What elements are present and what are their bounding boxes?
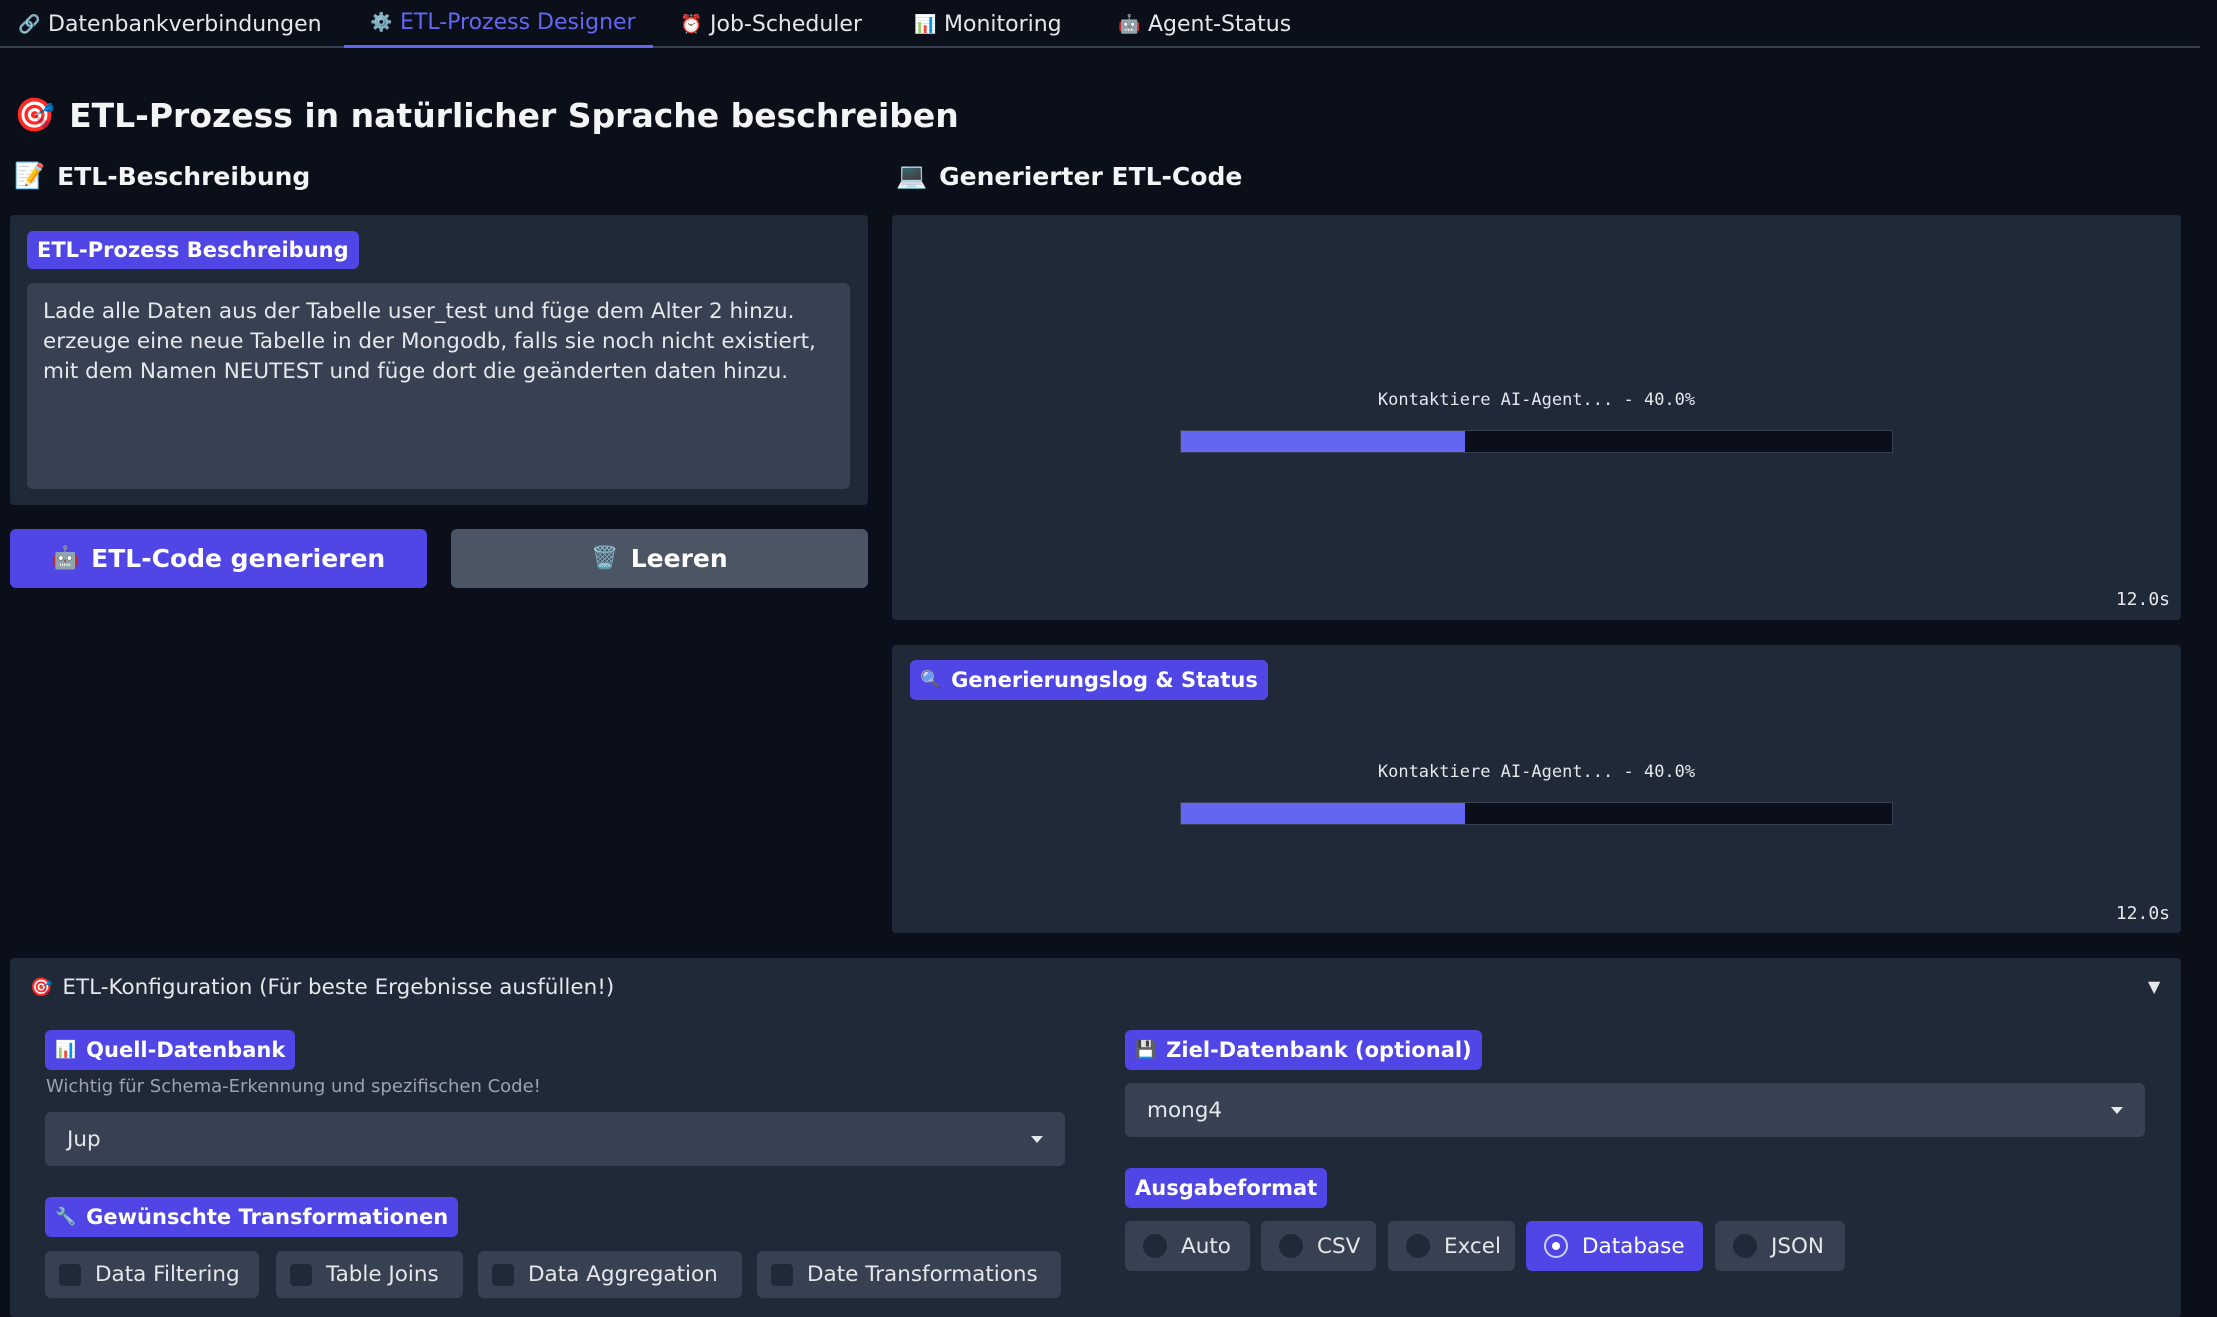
bar-chart-icon: 📊 <box>55 1040 77 1060</box>
bar-chart-icon: 📊 <box>914 13 937 35</box>
checkbox-label: Data Filtering <box>95 1262 240 1287</box>
source-db-value: Jup <box>67 1126 101 1152</box>
target-db-label-text: Ziel-Datenbank (optional) <box>1166 1038 1472 1062</box>
target-db-label: 💾 Ziel-Datenbank (optional) <box>1125 1030 1482 1070</box>
tab-label: ETL-Prozess Designer <box>400 10 636 35</box>
generate-code-button[interactable]: 🤖 ETL-Code generieren <box>10 529 427 588</box>
radio-excel[interactable]: Excel <box>1388 1221 1515 1271</box>
code-output-panel <box>892 215 2181 620</box>
section-heading-text: ETL-Beschreibung <box>57 161 311 191</box>
memo-icon: 📝 <box>14 161 46 190</box>
checkbox-label: Data Aggregation <box>528 1262 718 1287</box>
radio-auto[interactable]: Auto <box>1125 1221 1250 1271</box>
radio-label: Excel <box>1444 1233 1501 1259</box>
output-format-label: Ausgabeformat <box>1125 1168 1328 1208</box>
section-heading-etl-beschreibung: 📝 ETL-Beschreibung <box>14 158 310 194</box>
checkbox-date-transformations[interactable]: Date Transformations <box>757 1251 1061 1298</box>
clear-label: Leeren <box>630 544 728 573</box>
transformations-label-text: Gewünschte Transformationen <box>86 1205 449 1229</box>
floppy-disk-icon: 💾 <box>1135 1040 1157 1060</box>
description-textarea[interactable]: Lade alle Daten aus der Tabelle user_tes… <box>27 283 850 489</box>
checkbox-box[interactable] <box>771 1263 793 1286</box>
code-progress-text: Kontaktiere AI-Agent... - 40.0% <box>1377 390 1696 410</box>
tab-label: Datenbankverbindungen <box>48 11 322 37</box>
collapse-toggle-icon[interactable]: ▼ <box>2148 977 2160 996</box>
checkbox-label: Date Transformations <box>807 1262 1038 1287</box>
tab-label: Monitoring <box>944 11 1062 37</box>
radio-label: JSON <box>1771 1233 1824 1259</box>
radio-dot[interactable] <box>1143 1234 1167 1258</box>
clear-button[interactable]: 🗑️ Leeren <box>451 529 868 588</box>
wrench-icon: 🔧 <box>55 1207 77 1227</box>
description-label: ETL-Prozess Beschreibung <box>27 231 359 269</box>
source-db-hint: Wichtig für Schema-Erkennung und spezifi… <box>46 1076 541 1097</box>
source-db-label: 📊 Quell-Datenbank <box>45 1030 296 1070</box>
config-title-text: ETL-Konfiguration (Für beste Ergebnisse … <box>62 974 615 1000</box>
target-icon: 🎯 <box>14 95 56 134</box>
generate-code-label: ETL-Code generieren <box>91 544 386 573</box>
radio-label: Database <box>1582 1233 1685 1259</box>
tab-label: Agent-Status <box>1148 11 1292 37</box>
checkbox-table-joins[interactable]: Table Joins <box>276 1251 463 1298</box>
radio-dot[interactable] <box>1279 1234 1303 1258</box>
log-label: 🔍 Generierungslog & Status <box>910 660 1268 700</box>
tab-label: Job-Scheduler <box>710 11 862 37</box>
radio-json[interactable]: JSON <box>1715 1221 1845 1271</box>
page-title: 🎯 ETL-Prozess in natürlicher Sprache bes… <box>14 92 959 138</box>
log-progress-text: Kontaktiere AI-Agent... - 40.0% <box>1377 762 1696 782</box>
checkbox-label: Table Joins <box>326 1262 439 1287</box>
tab-job-scheduler[interactable]: ⏰ Job-Scheduler <box>680 0 862 48</box>
alarm-clock-icon: ⏰ <box>680 13 703 35</box>
radio-dot[interactable] <box>1406 1234 1430 1258</box>
target-icon: 🎯 <box>30 976 53 998</box>
code-timer: 12.0s <box>2115 589 2170 610</box>
transformations-label: 🔧 Gewünschte Transformationen <box>45 1197 459 1237</box>
gear-icon: ⚙️ <box>370 12 393 33</box>
tab-etl-prozess-designer[interactable]: ⚙️ ETL-Prozess Designer <box>344 0 653 48</box>
page-title-text: ETL-Prozess in natürlicher Sprache besch… <box>69 95 959 135</box>
checkbox-box[interactable] <box>492 1263 514 1286</box>
source-db-select[interactable]: Jup <box>45 1112 1065 1166</box>
checkbox-box[interactable] <box>59 1263 81 1286</box>
radio-dot[interactable] <box>1733 1234 1757 1258</box>
radio-label: Auto <box>1181 1233 1231 1259</box>
radio-dot[interactable] <box>1544 1234 1568 1258</box>
chevron-down-icon <box>1031 1135 1043 1143</box>
robot-icon: 🤖 <box>51 546 80 571</box>
robot-icon: 🤖 <box>1118 13 1141 35</box>
code-progress-bar <box>1180 430 1893 453</box>
log-progress-bar <box>1180 802 1893 825</box>
checkbox-data-filtering[interactable]: Data Filtering <box>45 1251 259 1298</box>
log-label-text: Generierungslog & Status <box>951 668 1258 692</box>
target-db-value: mong4 <box>1147 1097 1223 1123</box>
tab-bar <box>0 0 2200 48</box>
chevron-down-icon <box>2111 1106 2123 1114</box>
code-progress-fill <box>1181 431 1466 452</box>
laptop-icon: 💻 <box>896 161 928 190</box>
config-accordion-header[interactable]: 🎯 ETL-Konfiguration (Für beste Ergebniss… <box>30 970 614 1004</box>
log-timer: 12.0s <box>2115 903 2170 924</box>
link-icon: 🔗 <box>18 13 41 35</box>
trash-icon: 🗑️ <box>591 546 619 571</box>
radio-label: CSV <box>1317 1233 1361 1259</box>
section-heading-text: Generierter ETL-Code <box>939 161 1243 191</box>
tab-datenbankverbindungen[interactable]: 🔗 Datenbankverbindungen <box>18 0 322 48</box>
checkbox-data-aggregation[interactable]: Data Aggregation <box>478 1251 742 1298</box>
tab-agent-status[interactable]: 🤖 Agent-Status <box>1118 0 1291 48</box>
radio-database[interactable]: Database <box>1526 1221 1703 1271</box>
section-heading-generierter-code: 💻 Generierter ETL-Code <box>896 158 1242 194</box>
source-db-label-text: Quell-Datenbank <box>86 1038 286 1062</box>
tab-monitoring[interactable]: 📊 Monitoring <box>914 0 1062 48</box>
target-db-select[interactable]: mong4 <box>1125 1083 2145 1137</box>
radio-csv[interactable]: CSV <box>1261 1221 1376 1271</box>
log-progress-fill <box>1181 803 1466 824</box>
magnifier-icon: 🔍 <box>920 670 942 690</box>
checkbox-box[interactable] <box>290 1263 312 1286</box>
